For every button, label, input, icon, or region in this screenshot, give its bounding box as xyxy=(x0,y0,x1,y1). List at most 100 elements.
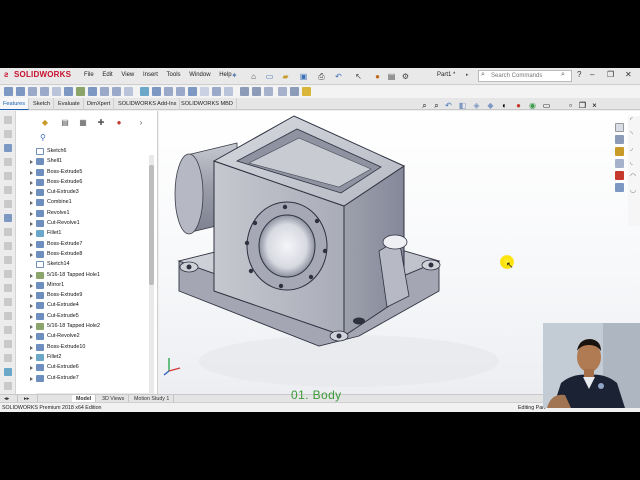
plane-icon[interactable] xyxy=(278,87,287,96)
swept-cut-icon[interactable] xyxy=(100,87,109,96)
section-view-icon[interactable]: ◧ xyxy=(458,101,467,110)
sketch-highlight-icon[interactable] xyxy=(302,87,311,96)
design-library-icon[interactable] xyxy=(615,135,624,144)
swept-boss-icon[interactable] xyxy=(28,87,37,96)
feature-tree-item[interactable]: Fillet2 xyxy=(30,352,154,362)
tab-dimxpert[interactable]: DimXpert xyxy=(84,98,115,110)
pin-menu-icon[interactable]: ✦ xyxy=(231,71,238,80)
menu-view[interactable]: View xyxy=(121,72,134,78)
reference-geometry-icon[interactable] xyxy=(240,87,249,96)
view-settings-icon[interactable]: ▭ xyxy=(542,101,551,110)
boundary-cut-icon[interactable] xyxy=(124,87,133,96)
feature-tree-item[interactable]: 5/16-18 Tapped Hole2 xyxy=(30,321,154,331)
intersect-icon[interactable] xyxy=(212,87,221,96)
shell-icon[interactable] xyxy=(188,87,197,96)
select-pointer-icon[interactable]: ↖ xyxy=(353,71,364,82)
shaded-contours-icon[interactable] xyxy=(4,354,12,362)
quick-snaps-icon[interactable] xyxy=(4,312,12,320)
feature-tree-item[interactable]: Fillet1 xyxy=(30,228,154,238)
tab-sketch[interactable]: Sketch xyxy=(30,98,55,110)
close-icon[interactable]: ✕ xyxy=(625,70,632,79)
solidworks-resources-icon[interactable] xyxy=(615,123,624,132)
expand-panel-icon[interactable]: › xyxy=(134,117,148,129)
previous-view-icon[interactable]: ↶ xyxy=(444,101,453,110)
feature-tree-item[interactable]: Sketch14 xyxy=(36,259,154,269)
arc-tool-icon[interactable] xyxy=(4,186,12,194)
camera-icon[interactable]: ◠ xyxy=(630,172,636,180)
rib-icon[interactable] xyxy=(164,87,173,96)
feature-tree-item[interactable]: Boss-Extrude5 xyxy=(30,167,154,177)
save-icon[interactable]: ▣ xyxy=(298,71,309,82)
decal-icon[interactable]: ◝ xyxy=(630,130,633,138)
mirror-icon[interactable] xyxy=(224,87,233,96)
feature-tree-item[interactable]: Mirror1 xyxy=(30,280,154,290)
custom-properties-icon[interactable] xyxy=(615,183,624,192)
viewport-minimize-icon[interactable]: ▫ xyxy=(566,101,575,110)
rectangle-tool-icon[interactable] xyxy=(4,158,12,166)
configuration-manager-tab-icon[interactable]: ▦ xyxy=(76,117,90,129)
zoom-area-icon[interactable]: ⌕ xyxy=(432,101,441,110)
menu-insert[interactable]: Insert xyxy=(143,72,158,78)
wrap-icon[interactable] xyxy=(200,87,209,96)
display-style-icon[interactable]: ◆ xyxy=(486,101,495,110)
file-explorer-icon[interactable] xyxy=(615,147,624,156)
rebuild-icon[interactable]: ● xyxy=(372,71,383,82)
menu-help[interactable]: Help xyxy=(219,72,231,78)
scrollbar-thumb[interactable] xyxy=(149,165,154,285)
fillet-icon[interactable] xyxy=(140,87,149,96)
feature-tree-scrollbar[interactable] xyxy=(149,155,154,395)
tab-solidworks-mbd[interactable]: SOLIDWORKS MBD xyxy=(178,98,237,110)
open-folder-icon[interactable]: ▰ xyxy=(280,71,291,82)
instant3d-icon[interactable] xyxy=(264,87,273,96)
view-palette-icon[interactable] xyxy=(615,159,624,168)
mirror-entities-icon[interactable] xyxy=(4,242,12,250)
apply-scene-icon[interactable]: ◉ xyxy=(528,101,537,110)
new-document-icon[interactable]: ▭ xyxy=(264,71,275,82)
search-go-icon[interactable]: ⌕ xyxy=(561,71,565,79)
menu-window[interactable]: Window xyxy=(189,72,210,78)
home-icon[interactable]: ⌂ xyxy=(248,71,259,82)
axis-icon[interactable] xyxy=(290,87,299,96)
light-icon[interactable]: ◟ xyxy=(630,158,633,166)
help-icon[interactable]: ? xyxy=(577,70,581,79)
edit-appearance-icon[interactable]: ● xyxy=(514,101,523,110)
move-entities-icon[interactable] xyxy=(4,270,12,278)
draft-icon[interactable] xyxy=(176,87,185,96)
extruded-boss-icon[interactable] xyxy=(4,87,13,96)
lofted-cut-icon[interactable] xyxy=(112,87,121,96)
pattern-tool-icon[interactable] xyxy=(4,256,12,264)
zoom-to-fit-icon[interactable]: ⌕ xyxy=(420,101,429,110)
feature-tree-item[interactable]: Combine1 xyxy=(30,197,154,207)
lofted-boss-icon[interactable] xyxy=(40,87,49,96)
feature-tree-item[interactable]: Cut-Extrude3 xyxy=(30,187,154,197)
feature-tree-item[interactable]: 5/16-18 Tapped Hole1 xyxy=(30,270,154,280)
feature-tree-item[interactable]: Sketch6 xyxy=(36,146,154,156)
undo-icon[interactable]: ↶ xyxy=(333,71,344,82)
walkthrough-icon[interactable]: ◡ xyxy=(630,186,636,194)
hide-show-items-icon[interactable]: ◐ xyxy=(500,101,509,110)
hole-wizard-icon[interactable] xyxy=(76,87,85,96)
instant2d-icon[interactable] xyxy=(4,340,12,348)
feature-tree-item[interactable]: Boss-Extrude10 xyxy=(30,342,154,352)
feature-tree-item[interactable]: Cut-Extrude6 xyxy=(30,362,154,372)
smart-dimension-icon[interactable] xyxy=(4,144,12,152)
boundary-boss-icon[interactable] xyxy=(52,87,61,96)
filter-icon[interactable]: ⚲ xyxy=(40,133,46,142)
restore-icon[interactable]: ❐ xyxy=(607,70,614,79)
property-manager-tab-icon[interactable]: ▤ xyxy=(58,117,72,129)
linear-pattern-icon[interactable] xyxy=(152,87,161,96)
search-commands-input[interactable]: Search Commands xyxy=(478,70,572,82)
appearances-icon[interactable] xyxy=(615,171,624,180)
feature-tree-item[interactable]: Cut-Revolve1 xyxy=(30,218,154,228)
tab-evaluate[interactable]: Evaluate xyxy=(55,98,84,110)
menu-tools[interactable]: Tools xyxy=(167,72,181,78)
viewport-restore-icon[interactable]: ❐ xyxy=(578,101,587,110)
viewport-close-icon[interactable]: × xyxy=(590,101,599,110)
repair-sketch-icon[interactable] xyxy=(4,298,12,306)
line-tool-icon[interactable] xyxy=(4,130,12,138)
feature-tree-item[interactable]: Cut-Extrude5 xyxy=(30,311,154,321)
view-orientation-icon[interactable]: ◈ xyxy=(472,101,481,110)
view-orientation-icon[interactable] xyxy=(4,368,12,376)
rapid-sketch-icon[interactable] xyxy=(4,326,12,334)
feature-tree-item[interactable]: Boss-Extrude6 xyxy=(30,177,154,187)
